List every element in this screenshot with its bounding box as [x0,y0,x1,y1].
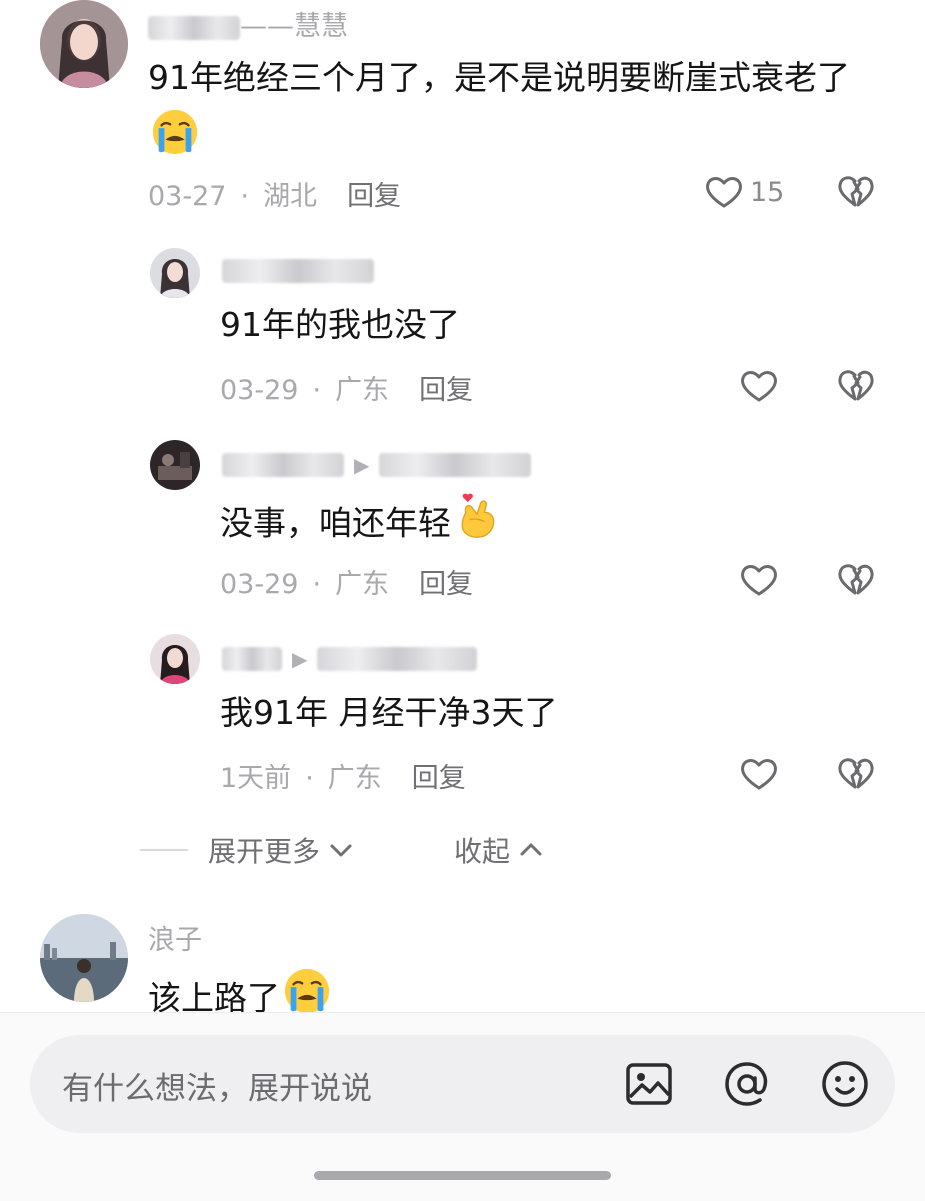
comment-text: 我91年 月经干净3天了 [220,693,558,732]
chevron-up-icon [520,843,542,856]
comment-input[interactable]: 有什么想法，展开说说 [30,1035,895,1133]
broken-heart-icon [836,366,876,406]
finger-heart-emoji [453,490,501,560]
home-indicator[interactable] [314,1171,611,1180]
dislike-button[interactable] [836,560,876,600]
heart-icon [739,754,779,794]
avatar[interactable] [150,634,200,684]
heart-icon [739,366,779,406]
like-button[interactable] [739,366,779,406]
expand-more-button[interactable]: 展开更多 [208,830,354,870]
comment-input-bar: 有什么想法，展开说说 [0,1012,925,1201]
avatar[interactable] [150,248,200,298]
comment-text: 91年的我也没了 [220,305,460,344]
chevron-down-icon [330,844,352,857]
dislike-button[interactable] [836,366,876,406]
username[interactable]: ——慧慧 [148,4,348,43]
comment-date: 03-29 [220,569,299,600]
collapse-button[interactable]: 收起 [454,830,544,870]
comment-meta: 03-29 · 广东 回复 [220,375,474,406]
blurred-username [222,452,344,477]
comment-top-level: 浪子 该上路了 [0,910,925,1020]
username[interactable] [222,254,374,285]
reply-button[interactable]: 回复 [412,763,466,794]
heart-icon [704,172,744,212]
broken-heart-icon [836,172,876,212]
comment-text: 91年绝经三个月了，是不是说明要断崖式衰老了 [148,49,888,175]
comment-date: 03-29 [220,375,299,406]
comment-meta: 03-29 · 广东 回复 [220,569,474,600]
loudly-crying-face-emoji [150,107,200,175]
blurred-reply-target [379,452,532,477]
comment-meta: 1天前 · 广东 回复 [220,763,466,794]
blurred-username [222,646,282,671]
blurred-username-part [148,15,240,40]
reply-comment: ▶ 没事，咱还年轻 03-29 · 广东 回复 [0,434,925,614]
username[interactable]: ▶ [222,448,532,479]
reply-comment: 91年的我也没了 03-29 · 广东 回复 [0,240,925,420]
reply-to-arrow-icon: ▶ [354,452,370,477]
like-button[interactable] [739,754,779,794]
blurred-username [222,258,374,283]
thread-controls: 展开更多 收起 [0,822,925,876]
like-button[interactable] [739,560,779,600]
reply-comment: ▶ 我91年 月经干净3天了 1天前 · 广东 回复 [0,628,925,808]
dislike-button[interactable] [836,754,876,794]
dislike-button[interactable] [836,172,876,212]
username[interactable]: 浪子 [148,918,202,957]
comment-location: 广东 [327,763,382,794]
at-icon[interactable] [722,1059,772,1113]
emoji-icon[interactable] [820,1059,870,1113]
reply-to-arrow-icon: ▶ [292,646,308,671]
reply-button[interactable]: 回复 [419,375,473,406]
heart-icon [739,560,779,600]
like-button[interactable]: 15 [704,172,784,212]
image-icon[interactable] [624,1059,674,1113]
comment-date: 03-27 [148,181,227,212]
blurred-reply-target [317,646,478,671]
broken-heart-icon [836,560,876,600]
reply-button[interactable]: 回复 [419,569,473,600]
input-placeholder: 有什么想法，展开说说 [62,1071,372,1107]
broken-heart-icon [836,754,876,794]
comment-location: 湖北 [263,181,318,212]
comment-meta: 03-27 · 湖北 回复 [148,181,402,212]
avatar[interactable] [40,914,128,1002]
divider [140,849,188,851]
like-count: 15 [750,176,785,208]
username[interactable]: ▶ [222,642,478,673]
comment-location: 广东 [335,569,390,600]
comment-location: 广东 [335,375,390,406]
avatar[interactable] [150,440,200,490]
comment-text: 没事，咱还年轻 [220,490,501,560]
comment-top-level: ——慧慧 91年绝经三个月了，是不是说明要断崖式衰老了 03-27 · 湖北 回复 1… [0,0,925,220]
comment-date: 1天前 [220,763,292,794]
avatar[interactable] [40,0,128,88]
reply-button[interactable]: 回复 [347,181,401,212]
